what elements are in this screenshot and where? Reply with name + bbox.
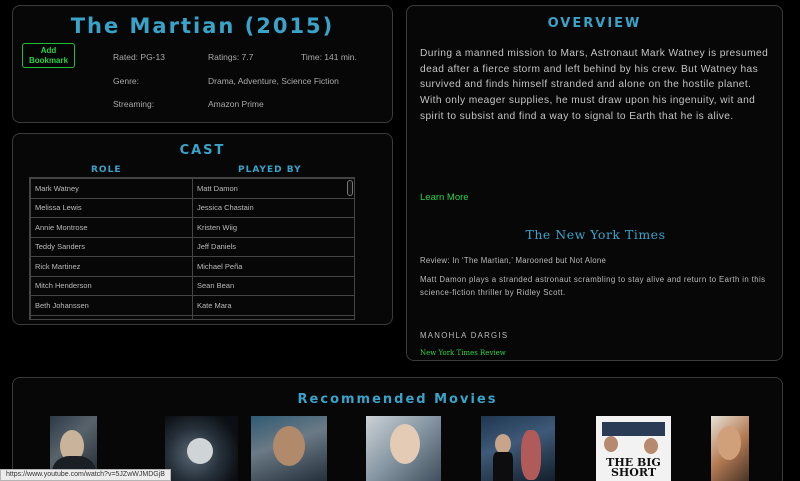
table-row: Teddy Sanders Jeff Daniels xyxy=(30,236,354,257)
role-cell: Beth Johanssen xyxy=(30,295,193,316)
review-link[interactable]: New York Times Review xyxy=(420,349,506,357)
role-cell: Melissa Lewis xyxy=(30,197,193,218)
poster-image-4[interactable] xyxy=(366,416,441,481)
actor-cell: Jeff Daniels xyxy=(192,236,354,257)
role-cell: Annie Montrose xyxy=(30,217,193,238)
astronaut-figure xyxy=(187,438,213,464)
table-row: Rick Martinez Michael Peña xyxy=(30,256,354,277)
role-column-header: ROLE xyxy=(91,165,122,175)
table-row: Mitch Henderson Sean Bean xyxy=(30,275,354,296)
actor-cell: Kate Mara xyxy=(192,295,354,316)
role-cell: Rick Martinez xyxy=(30,256,193,277)
poster-text: THE BIG SHORT xyxy=(606,456,661,479)
movie-title: The Martian (2015) xyxy=(70,14,335,38)
review-source: The New York Times xyxy=(525,227,666,242)
review-body: Matt Damon plays a stranded astronaut sc… xyxy=(420,275,766,297)
streaming-value: Amazon Prime xyxy=(208,99,264,109)
overview-panel: OVERVIEW During a manned mission to Mars… xyxy=(406,5,783,361)
rated-label: Rated: PG-13 xyxy=(113,52,165,62)
portrait-figure xyxy=(495,434,511,454)
review-title: Review: In ‘The Martian,’ Marooned but N… xyxy=(420,256,607,265)
actor-cell: Jessica Chastain xyxy=(192,197,354,218)
portrait-figure xyxy=(273,426,305,466)
portrait-figure xyxy=(644,438,658,454)
cast-title: CAST xyxy=(179,143,226,158)
runtime-label: Time: 141 min. xyxy=(301,52,357,62)
table-row: Mark Watney Matt Damon xyxy=(30,178,354,199)
table-row xyxy=(30,314,354,319)
overview-title: OVERVIEW xyxy=(547,16,642,31)
poster-image-2[interactable] xyxy=(165,416,238,481)
portrait-figure xyxy=(493,452,513,481)
genre-value: Drama, Adventure, Science Fiction xyxy=(208,76,339,86)
recommended-title: Recommended Movies xyxy=(297,392,498,407)
cast-scrollbar[interactable] xyxy=(347,180,353,196)
movie-info-panel: The Martian (2015) Add Bookmark Rated: P… xyxy=(12,5,393,123)
poster-band xyxy=(602,422,665,436)
actor-cell: Matt Damon xyxy=(192,178,354,199)
portrait-figure xyxy=(604,436,618,452)
table-row: Melissa Lewis Jessica Chastain xyxy=(30,197,354,218)
poster-image-7[interactable] xyxy=(711,416,749,481)
review-author: MANOHLA DARGIS xyxy=(420,331,509,340)
ratings-label: Ratings: 7.7 xyxy=(208,52,254,62)
actor-cell: Kristen Wiig xyxy=(192,217,354,238)
role-cell xyxy=(30,314,193,319)
poster-image-5[interactable] xyxy=(481,416,555,481)
streaming-label: Streaming: xyxy=(113,99,155,109)
genre-label: Genre: xyxy=(113,76,139,86)
table-row: Annie Montrose Kristen Wiig xyxy=(30,217,354,238)
role-cell: Mitch Henderson xyxy=(30,275,193,296)
recommended-panel: Recommended Movies THE BIG SHORT xyxy=(12,377,783,481)
cast-panel: CAST ROLE PLAYED BY Mark Watney Matt Damo… xyxy=(12,133,393,325)
poster-image-6[interactable]: THE BIG SHORT xyxy=(596,416,671,481)
status-bar-url: https://www.youtube.com/watch?v=5JZwWJMD… xyxy=(0,469,171,481)
actor-cell: Michael Peña xyxy=(192,256,354,277)
plot-summary: During a manned mission to Mars, Astrona… xyxy=(420,48,769,122)
actor-cell xyxy=(192,314,354,319)
portrait-figure xyxy=(390,424,420,464)
role-cell: Teddy Sanders xyxy=(30,236,193,257)
portrait-figure xyxy=(717,426,741,460)
cast-table[interactable]: Mark Watney Matt Damon Melissa Lewis Jessi… xyxy=(29,177,355,320)
portrait-figure xyxy=(521,430,541,480)
poster-image-3[interactable] xyxy=(251,416,327,481)
learn-more-link[interactable]: Learn More xyxy=(420,192,469,203)
played-by-column-header: PLAYED BY xyxy=(238,165,302,175)
add-bookmark-button[interactable]: Add Bookmark xyxy=(22,43,75,68)
actor-cell: Sean Bean xyxy=(192,275,354,296)
role-cell: Mark Watney xyxy=(30,178,193,199)
table-row: Beth Johanssen Kate Mara xyxy=(30,295,354,316)
